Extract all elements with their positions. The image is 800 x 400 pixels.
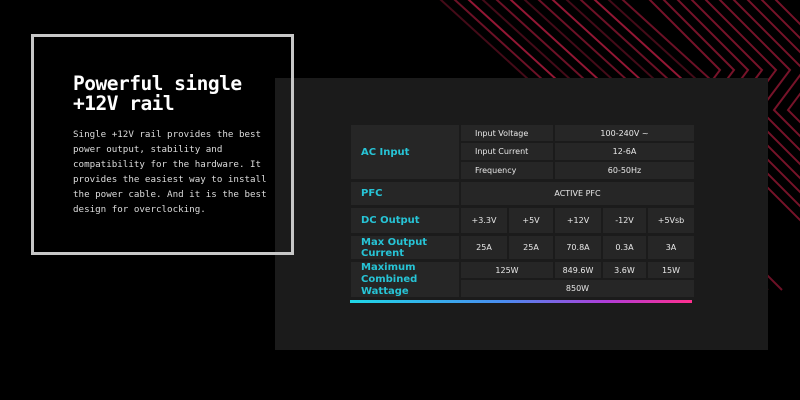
max-wattage-cell: 15W <box>648 262 694 278</box>
input-voltage-label: Input Voltage <box>461 125 553 141</box>
dc-output-label: DC Output <box>351 208 459 233</box>
max-wattage-cell: 849.6W <box>555 262 601 278</box>
max-wattage-label: Maximum Combined Wattage <box>351 262 459 297</box>
max-current-cell: 0.3A <box>603 236 646 259</box>
frequency-value: 60-50Hz <box>555 162 694 179</box>
desc-line: compatibility for the hardware. It <box>73 159 262 170</box>
max-current-cell: 70.8A <box>555 236 601 259</box>
dc-output-cell: +5Vsb <box>648 208 694 233</box>
pfc-label: PFC <box>351 182 459 205</box>
max-wattage-total: 850W <box>461 280 694 297</box>
frequency-label: Frequency <box>461 162 553 179</box>
desc-line: design for overclocking. <box>73 204 206 215</box>
dc-output-cell: -12V <box>603 208 646 233</box>
dc-output-cell: +5V <box>509 208 553 233</box>
dc-output-cell: +12V <box>555 208 601 233</box>
input-voltage-value: 100-240V ~ <box>555 125 694 141</box>
dc-output-cell: +3.3V <box>461 208 507 233</box>
ac-input-label: AC Input <box>351 125 459 179</box>
pfc-value: ACTIVE PFC <box>461 182 694 205</box>
input-current-label: Input Current <box>461 143 553 160</box>
max-current-cell: 25A <box>461 236 507 259</box>
max-wattage-cell: 3.6W <box>603 262 646 278</box>
hero-title-line1: Powerful single <box>73 72 242 95</box>
hero-title-line2: +12V rail <box>73 92 175 115</box>
hero-title: Powerful single +12V rail <box>73 74 273 114</box>
desc-line: the power cable. And it is the best <box>73 189 267 200</box>
max-wattage-cell: 125W <box>461 262 553 278</box>
desc-line: power output, stability and <box>73 144 223 155</box>
hero-description: Single +12V rail provides the best power… <box>73 127 269 217</box>
accent-glow-bar <box>350 300 692 303</box>
input-current-value: 12-6A <box>555 143 694 160</box>
max-current-cell: 3A <box>648 236 694 259</box>
desc-line: Single +12V rail provides the best <box>73 129 262 140</box>
max-current-label: Max Output Current <box>351 236 459 259</box>
desc-line: provides the easiest way to install <box>73 174 267 185</box>
max-current-cell: 25A <box>509 236 553 259</box>
